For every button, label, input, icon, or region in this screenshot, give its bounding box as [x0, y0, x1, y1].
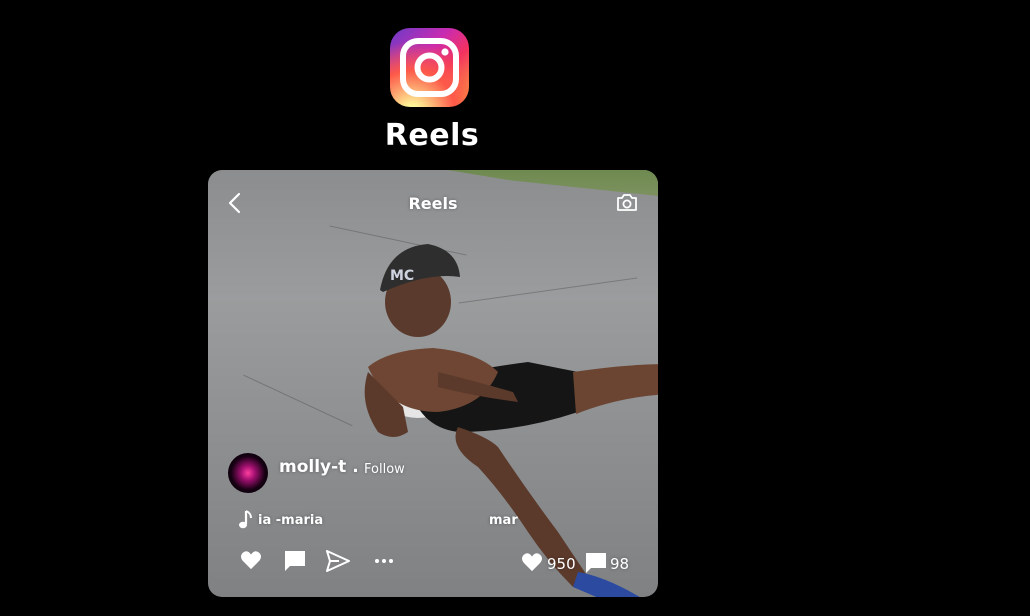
heart-icon[interactable]: [240, 550, 262, 570]
comments-count: 98: [610, 555, 630, 573]
avatar[interactable]: [228, 453, 268, 493]
app-title: Reels: [384, 118, 480, 153]
reel-video-frame: MC: [364, 244, 658, 597]
author-name[interactable]: molly-t .: [279, 457, 359, 477]
reel-heading: Reels: [408, 194, 458, 213]
follow-button[interactable]: Follow: [364, 462, 405, 477]
reel-top-bar: Reels: [208, 188, 658, 218]
camera-icon[interactable]: [616, 192, 638, 212]
road-crack: [243, 374, 353, 427]
likes-heart-icon: [522, 553, 542, 572]
audio-title: ia -maria: [258, 513, 324, 528]
more-icon[interactable]: [374, 558, 394, 564]
reel-card[interactable]: MC Reels molly-t . Follow ia -maria mar: [208, 170, 658, 597]
likes-count: 950: [547, 555, 576, 573]
send-icon[interactable]: [326, 550, 350, 572]
audio-title-secondary: mar: [489, 513, 518, 528]
svg-text:MC: MC: [390, 268, 414, 284]
music-note-icon: [239, 510, 252, 529]
comment-icon[interactable]: [284, 550, 306, 572]
comments-icon: [586, 553, 606, 573]
instagram-logo-icon: [390, 28, 469, 107]
